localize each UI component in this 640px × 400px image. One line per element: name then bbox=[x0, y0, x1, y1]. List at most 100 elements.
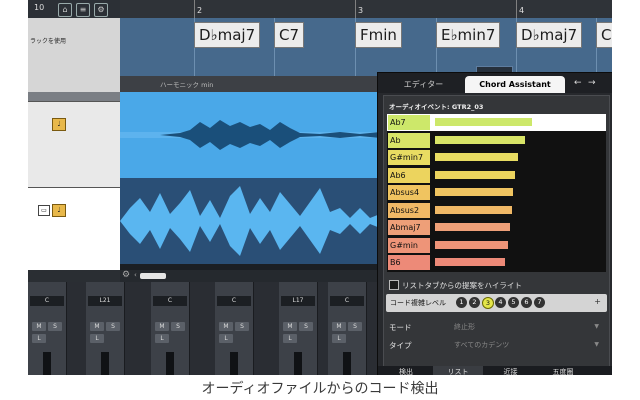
pan-label[interactable]: C bbox=[153, 296, 187, 306]
solo-button[interactable]: S bbox=[106, 322, 120, 331]
chord-suggestion-row[interactable]: B6 bbox=[387, 254, 606, 271]
chord-suggestion-row[interactable]: Absus2 bbox=[387, 202, 606, 219]
volume-fader[interactable] bbox=[43, 352, 51, 375]
complexity-level-button[interactable]: 3 bbox=[482, 297, 494, 309]
complexity-level-button[interactable]: 6 bbox=[521, 297, 532, 308]
tab-circle-of-fifths[interactable]: 五度圏 bbox=[538, 366, 588, 375]
solo-button[interactable]: S bbox=[235, 322, 249, 331]
tab-list[interactable]: リスト bbox=[433, 366, 483, 375]
volume-fader[interactable] bbox=[230, 352, 238, 375]
pan-label[interactable]: L21 bbox=[88, 296, 122, 306]
track-count: 10 bbox=[34, 3, 45, 12]
track-icon[interactable]: ▭ bbox=[38, 205, 50, 216]
bar-number: 4 bbox=[519, 6, 525, 15]
chord-event[interactable]: D♭maj7 bbox=[516, 22, 583, 48]
complexity-level-button[interactable]: 4 bbox=[495, 297, 506, 308]
complexity-level-button[interactable]: 1 bbox=[456, 297, 467, 308]
listen-button[interactable]: L bbox=[332, 334, 346, 343]
chord-suggestion-row[interactable]: Ab bbox=[387, 132, 606, 149]
mute-button[interactable]: M bbox=[155, 322, 169, 331]
tab-detect[interactable]: 検出 bbox=[386, 366, 426, 375]
gear-icon[interactable]: ⚙ bbox=[94, 3, 108, 17]
audio-track-header-1[interactable]: ♩ bbox=[28, 101, 120, 188]
tab-chord-assistant[interactable]: Chord Assistant bbox=[465, 76, 565, 93]
chord-suggestion-row[interactable]: Ab7 bbox=[387, 114, 606, 131]
chord-suggestion-list: Ab7 Ab G#min7 Ab6 Absus4 Absus2 Abmaj7 G#min B6 bbox=[387, 114, 606, 272]
listen-button[interactable]: L bbox=[155, 334, 169, 343]
audio-track-header-2[interactable]: ▭ ♩ bbox=[28, 187, 120, 274]
chord-match-bar bbox=[435, 135, 525, 144]
listen-button[interactable]: L bbox=[283, 334, 297, 343]
pan-label[interactable]: C bbox=[330, 296, 364, 306]
chord-suggestion-row[interactable]: Absus4 bbox=[387, 184, 606, 201]
chord-match-bar bbox=[435, 258, 505, 266]
edit-icon[interactable]: ♩ bbox=[52, 118, 66, 131]
bar-number: 3 bbox=[358, 6, 364, 15]
chord-suggestion-row[interactable]: Ab6 bbox=[387, 167, 606, 184]
complexity-level-button[interactable]: 5 bbox=[508, 297, 519, 308]
list-icon[interactable]: ≡ bbox=[76, 3, 90, 17]
panel-tabs: エディター Chord Assistant ← → bbox=[378, 73, 612, 93]
mute-button[interactable]: M bbox=[32, 322, 46, 331]
chord-event[interactable]: E♭min7 bbox=[436, 22, 501, 48]
volume-fader[interactable] bbox=[343, 352, 351, 375]
complexity-level-row: コード複雑レベル 1234567 + bbox=[386, 294, 607, 312]
chord-suggestion-row[interactable]: G#min bbox=[387, 237, 606, 254]
chord-match-bar bbox=[435, 188, 513, 196]
edit-icon[interactable]: ♩ bbox=[52, 204, 66, 217]
chord-track-header bbox=[28, 92, 120, 101]
volume-fader[interactable] bbox=[294, 352, 302, 375]
scrollbar-thumb[interactable] bbox=[140, 273, 166, 279]
chord-match-bar bbox=[435, 118, 532, 126]
chevron-down-icon[interactable]: ▼ bbox=[594, 323, 599, 330]
daw-window: 10 ⌂ ≡ ⚙ ラックを使用 ♩ ▭ ♩ 2 3 4 D♭maj7 C7 Fm… bbox=[28, 0, 612, 375]
home-icon[interactable]: ⌂ bbox=[58, 3, 72, 17]
tab-editor[interactable]: エディター bbox=[386, 76, 461, 93]
timeline-ruler[interactable]: 2 3 4 bbox=[120, 0, 612, 19]
solo-button[interactable]: S bbox=[171, 322, 185, 331]
chevron-down-icon[interactable]: ▼ bbox=[594, 341, 599, 348]
back-arrow-icon[interactable]: ← bbox=[574, 78, 582, 88]
bar-tick bbox=[516, 0, 517, 18]
chord-track-lane: D♭maj7 C7 Fmin E♭min7 D♭maj7 C7 A♭7 bbox=[120, 18, 612, 92]
mute-button[interactable]: M bbox=[283, 322, 297, 331]
solo-button[interactable]: S bbox=[48, 322, 62, 331]
mute-button[interactable]: M bbox=[90, 322, 104, 331]
listen-button[interactable]: L bbox=[219, 334, 233, 343]
horizontal-scrollbar[interactable]: ⚙ ‹ bbox=[120, 270, 378, 282]
mute-button[interactable]: M bbox=[332, 322, 346, 331]
pan-label[interactable]: C bbox=[30, 296, 64, 306]
mode-select[interactable]: 終止形 bbox=[454, 322, 475, 332]
complexity-level-button[interactable]: 7 bbox=[534, 297, 545, 308]
listen-button[interactable]: L bbox=[32, 334, 46, 343]
chord-event[interactable]: Fmin bbox=[355, 22, 402, 48]
chevron-left-icon[interactable]: ‹ bbox=[134, 271, 137, 279]
chord-suggestion-row[interactable]: G#min7 bbox=[387, 149, 606, 166]
listen-button[interactable]: L bbox=[90, 334, 104, 343]
pan-label[interactable]: L17 bbox=[281, 296, 315, 306]
chord-assistant-panel: エディター Chord Assistant ← → オーディオイベント: GTR… bbox=[377, 72, 612, 375]
rack-option[interactable]: ラックを使用 bbox=[30, 36, 66, 45]
solo-button[interactable]: S bbox=[299, 322, 313, 331]
plus-icon[interactable]: + bbox=[594, 297, 601, 306]
chord-match-bar bbox=[435, 240, 508, 249]
bar-tick bbox=[355, 0, 356, 18]
chord-event[interactable]: C7 bbox=[274, 22, 305, 48]
chord-event[interactable]: D♭maj7 bbox=[194, 22, 261, 48]
tab-proximity[interactable]: 近接 bbox=[488, 366, 533, 375]
solo-button[interactable]: S bbox=[348, 322, 362, 331]
highlight-checkbox[interactable] bbox=[389, 280, 399, 290]
complexity-level-button[interactable]: 2 bbox=[469, 297, 480, 308]
volume-fader[interactable] bbox=[166, 352, 174, 375]
pan-label[interactable]: C bbox=[217, 296, 251, 306]
audio-event-info: オーディオイベント: GTR2_03 bbox=[389, 101, 483, 111]
volume-fader[interactable] bbox=[101, 352, 109, 375]
forward-arrow-icon[interactable]: → bbox=[588, 78, 596, 88]
chord-suggestion-name: B6 bbox=[388, 255, 430, 270]
chord-suggestion-row[interactable]: Abmaj7 bbox=[387, 219, 606, 236]
mixer-channel: C M S L bbox=[215, 282, 254, 375]
mute-button[interactable]: M bbox=[219, 322, 233, 331]
chord-event[interactable]: C7 bbox=[596, 22, 612, 48]
type-select[interactable]: すべてのカデンツ bbox=[454, 340, 509, 350]
settings-gear-icon[interactable]: ⚙ bbox=[122, 270, 130, 280]
